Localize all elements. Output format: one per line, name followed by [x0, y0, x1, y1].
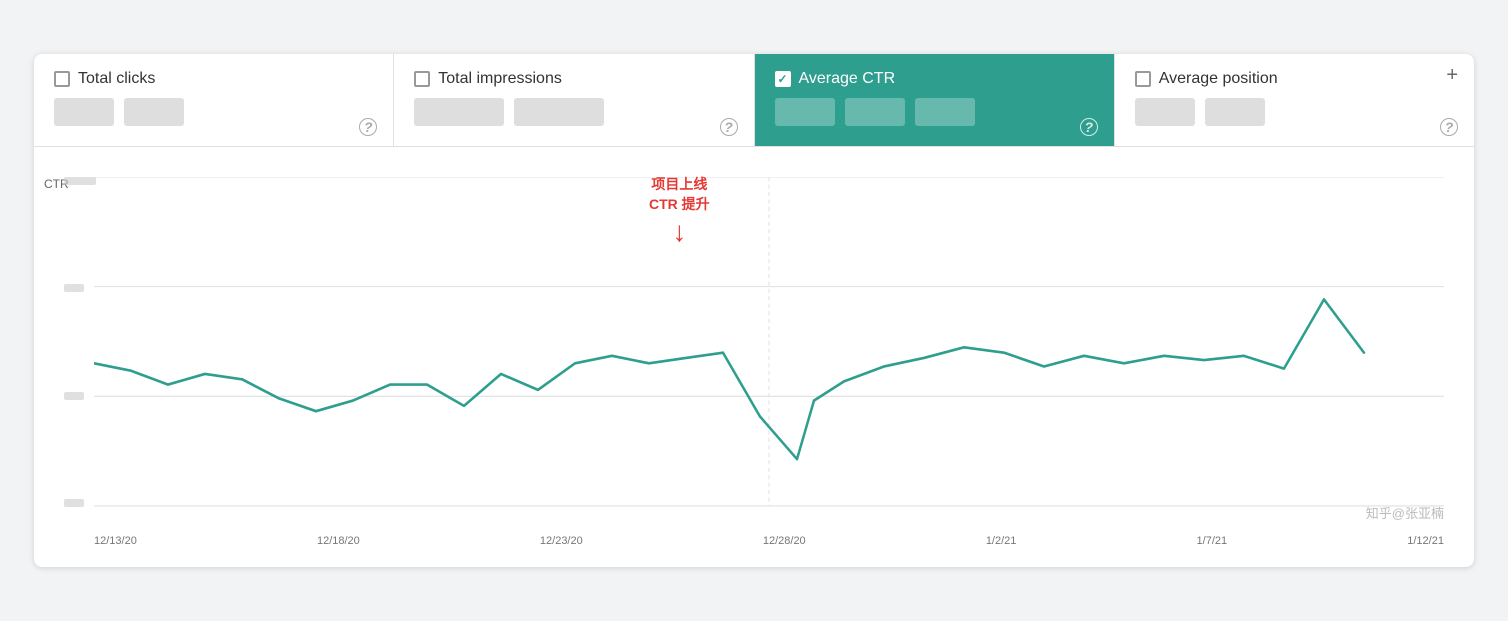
total-impressions-help-icon[interactable]: ? — [720, 118, 738, 136]
value-block — [414, 98, 504, 126]
y-tick-low — [64, 392, 96, 400]
average-ctr-values — [775, 98, 1094, 126]
value-block — [845, 98, 905, 126]
average-position-help-icon[interactable]: ? — [1440, 118, 1458, 136]
total-clicks-values — [54, 98, 373, 126]
metric-header: Average position — [1135, 70, 1454, 88]
metric-card-average-ctr[interactable]: Average CTR ? — [755, 54, 1115, 146]
average-position-checkbox[interactable] — [1135, 71, 1151, 87]
value-block — [1135, 98, 1195, 126]
value-block — [514, 98, 604, 126]
y-axis-ticks — [64, 177, 96, 507]
x-label-6: 1/12/21 — [1407, 535, 1444, 547]
metric-header: Total impressions — [414, 70, 733, 88]
total-clicks-checkbox[interactable] — [54, 71, 70, 87]
x-label-0: 12/13/20 — [94, 535, 137, 547]
total-impressions-checkbox[interactable] — [414, 71, 430, 87]
total-clicks-label: Total clicks — [78, 70, 155, 88]
x-label-1: 12/18/20 — [317, 535, 360, 547]
average-position-values — [1135, 98, 1454, 126]
y-tick-top — [64, 177, 96, 185]
metric-header: Average CTR — [775, 70, 1094, 88]
metric-card-total-impressions[interactable]: Total impressions ? — [394, 54, 754, 146]
metric-card-total-clicks[interactable]: Total clicks ? — [34, 54, 394, 146]
total-impressions-values — [414, 98, 733, 126]
metric-card-average-position[interactable]: Average position ? — [1115, 54, 1474, 146]
value-block — [124, 98, 184, 126]
value-block — [54, 98, 114, 126]
x-axis: 12/13/20 12/18/20 12/23/20 12/28/20 1/2/… — [94, 535, 1444, 547]
average-ctr-help-icon[interactable]: ? — [1080, 118, 1098, 136]
x-label-4: 1/2/21 — [986, 535, 1017, 547]
watermark: 知乎@张亚楠 — [1366, 503, 1444, 522]
x-label-2: 12/23/20 — [540, 535, 583, 547]
value-block — [1205, 98, 1265, 126]
total-clicks-help-icon[interactable]: ? — [359, 118, 377, 136]
value-block — [915, 98, 975, 126]
line-chart — [94, 177, 1444, 507]
value-block — [775, 98, 835, 126]
metrics-row: Total clicks ? Total impressions ? — [34, 54, 1474, 147]
average-ctr-label: Average CTR — [799, 70, 896, 88]
average-ctr-checkbox[interactable] — [775, 71, 791, 87]
total-impressions-label: Total impressions — [438, 70, 562, 88]
metric-header: Total clicks — [54, 70, 373, 88]
average-position-label: Average position — [1159, 70, 1278, 88]
chart-area: CTR — [34, 147, 1474, 567]
x-label-5: 1/7/21 — [1197, 535, 1228, 547]
y-tick-mid — [64, 284, 96, 292]
x-label-3: 12/28/20 — [763, 535, 806, 547]
y-tick-bottom — [64, 499, 96, 507]
